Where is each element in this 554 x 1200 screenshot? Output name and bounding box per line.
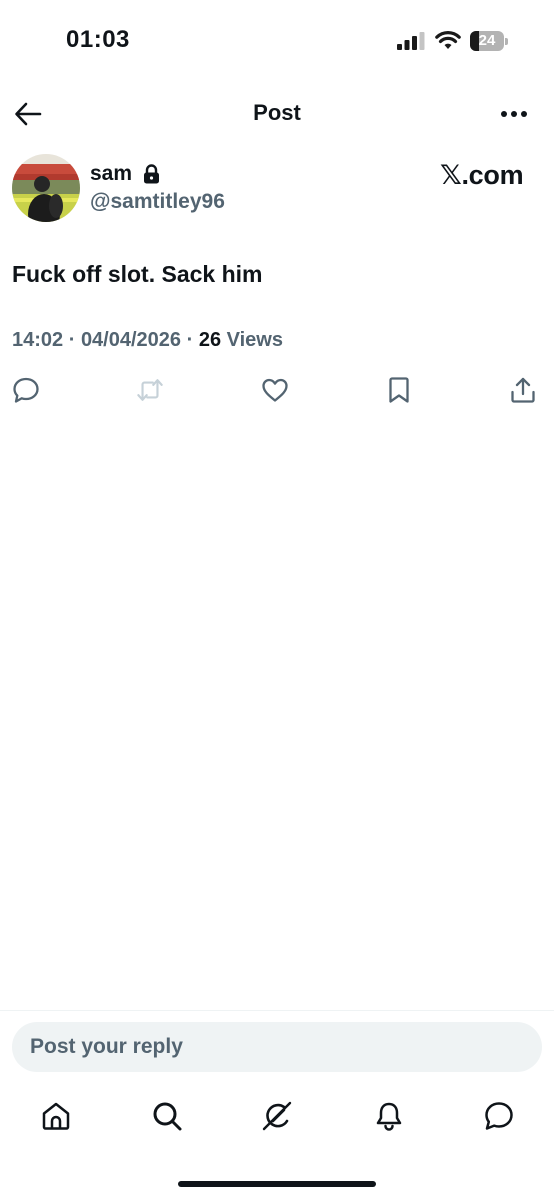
repost-icon[interactable] (136, 376, 164, 404)
notifications-icon[interactable] (373, 1100, 405, 1132)
status-time: 01:03 (66, 26, 130, 53)
messages-icon[interactable] (483, 1100, 515, 1132)
post-date: 04/04/2026 (80, 329, 182, 351)
home-indicator[interactable] (178, 1181, 376, 1187)
more-options-icon[interactable] (500, 110, 528, 118)
reply-placeholder: Post your reply (30, 1035, 183, 1058)
post-time: 14:02 (12, 329, 64, 351)
cellular-signal-icon (397, 32, 425, 50)
lock-icon (144, 164, 159, 184)
home-icon[interactable] (40, 1100, 72, 1132)
battery-icon: 24 (470, 31, 508, 51)
author-display-name[interactable]: sam (90, 162, 132, 186)
battery-level: 24 (478, 32, 496, 49)
page-title: Post (253, 100, 301, 125)
views-count[interactable]: 26 (199, 329, 221, 351)
reply-icon[interactable] (12, 376, 40, 404)
grok-icon[interactable] (262, 1100, 294, 1132)
search-icon[interactable] (151, 1100, 183, 1132)
composer-divider (0, 1010, 554, 1011)
share-icon[interactable] (509, 376, 537, 404)
post-metadata: 14:02 · 04/04/2026 · 26 Views (12, 329, 283, 351)
views-label: Views (226, 329, 283, 351)
wifi-icon (435, 31, 461, 49)
brand-watermark: 𝕏.com (440, 160, 524, 190)
reply-input[interactable]: Post your reply (12, 1022, 542, 1072)
author-handle[interactable]: @samtitley96 (90, 190, 225, 214)
avatar[interactable] (12, 154, 80, 222)
bookmark-icon[interactable] (385, 376, 413, 404)
post-text: Fuck off slot. Sack him (12, 261, 263, 287)
like-icon[interactable] (261, 376, 289, 404)
